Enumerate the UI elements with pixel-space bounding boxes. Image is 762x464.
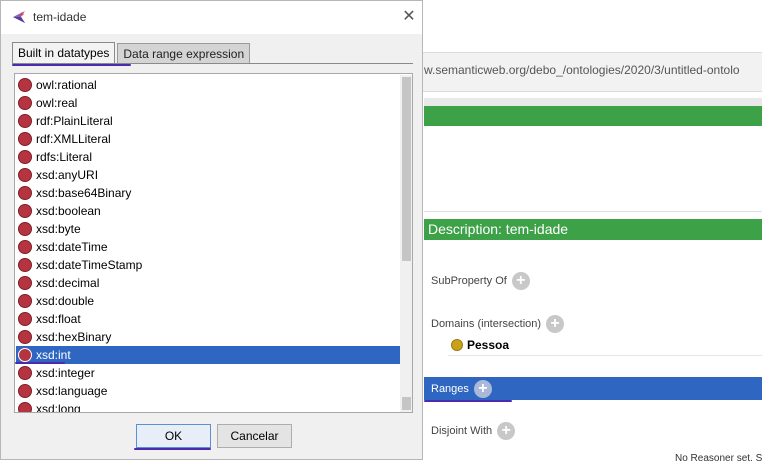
datatype-icon: [18, 276, 32, 290]
datatype-item[interactable]: xsd:hexBinary: [16, 328, 401, 346]
scrollbar-down-button[interactable]: [402, 397, 411, 410]
datatype-item[interactable]: xsd:dateTime: [16, 238, 401, 256]
tab-bar: Built in datatypes Data range expression: [12, 42, 252, 64]
disjoint-with-section: Disjoint With +: [431, 422, 516, 440]
datatype-icon: [18, 402, 32, 412]
datatype-item[interactable]: owl:real: [16, 94, 401, 112]
datatype-label: xsd:language: [36, 384, 108, 398]
datatype-item[interactable]: rdfs:Literal: [16, 148, 401, 166]
datatype-icon: [18, 366, 32, 380]
datatype-icon: [18, 132, 32, 146]
protege-icon: [13, 11, 25, 23]
datatype-label: xsd:anyURI: [36, 168, 99, 182]
datatype-label: xsd:double: [36, 294, 95, 308]
datatype-item[interactable]: xsd:byte: [16, 220, 401, 238]
tab-built-in-datatypes[interactable]: Built in datatypes: [12, 42, 116, 63]
datatype-icon: [18, 348, 32, 362]
datatype-icon: [18, 150, 32, 164]
datatype-icon: [18, 330, 32, 344]
vertical-scrollbar[interactable]: [400, 75, 412, 412]
datatype-label: rdf:XMLLiteral: [36, 132, 111, 146]
datatype-icon: [18, 96, 32, 110]
ranges-header: Ranges +: [431, 380, 492, 398]
add-domain-button[interactable]: +: [546, 315, 565, 333]
domains-label: Domains (intersection): [431, 318, 542, 330]
class-icon: [451, 339, 463, 351]
datatype-label: xsd:base64Binary: [36, 186, 132, 200]
datatype-label: owl:real: [36, 96, 78, 110]
description-header: Description: tem-idade: [424, 219, 762, 240]
datatype-item[interactable]: xsd:float: [16, 310, 401, 328]
datatype-label: xsd:dateTime: [36, 240, 108, 254]
datatype-item[interactable]: rdf:PlainLiteral: [16, 112, 401, 130]
add-subproperty-button[interactable]: +: [511, 272, 530, 290]
datatype-item[interactable]: xsd:decimal: [16, 274, 401, 292]
datatype-item[interactable]: xsd:integer: [16, 364, 401, 382]
dialog-title: tem-idade: [33, 10, 87, 24]
datatype-icon: [18, 384, 32, 398]
datatype-label: xsd:hexBinary: [36, 330, 112, 344]
datatype-item[interactable]: xsd:anyURI: [16, 166, 401, 184]
datatype-label: owl:rational: [36, 78, 97, 92]
datatype-label: xsd:dateTimeStamp: [36, 258, 143, 272]
domain-item-label: Pessoa: [467, 338, 510, 352]
datatype-icon: [18, 78, 32, 92]
cancel-button[interactable]: Cancelar: [217, 424, 292, 448]
datatype-icon: [18, 114, 32, 128]
subproperty-of-label: SubProperty Of: [431, 275, 507, 287]
disjoint-with-label: Disjoint With: [431, 425, 493, 437]
annotation-underline: [15, 362, 65, 364]
datatype-label: xsd:boolean: [36, 204, 101, 218]
datatype-icon: [18, 294, 32, 308]
divider: [424, 98, 762, 106]
add-range-button[interactable]: +: [473, 380, 492, 398]
annotation-underline: [424, 400, 512, 402]
datatype-icon: [18, 312, 32, 326]
scrollbar-thumb[interactable]: [402, 77, 411, 261]
datatype-icon: [18, 186, 32, 200]
datatype-item[interactable]: xsd:dateTimeStamp: [16, 256, 401, 274]
datatype-item[interactable]: xsd:int: [16, 346, 401, 364]
dialog-titlebar[interactable]: tem-idade ✕: [1, 1, 422, 34]
datatype-icon: [18, 258, 32, 272]
divider: [424, 211, 762, 212]
datatype-item[interactable]: xsd:boolean: [16, 202, 401, 220]
ranges-section[interactable]: Ranges +: [424, 377, 762, 400]
datatype-dialog: tem-idade ✕ Built in datatypes Data rang…: [0, 0, 423, 460]
datatype-label: rdf:PlainLiteral: [36, 114, 113, 128]
datatype-item[interactable]: xsd:base64Binary: [16, 184, 401, 202]
datatype-icon: [18, 240, 32, 254]
datatype-item[interactable]: owl:rational: [16, 76, 401, 94]
datatype-item[interactable]: xsd:language: [16, 382, 401, 400]
datatype-icon: [18, 204, 32, 218]
tab-data-range-expression[interactable]: Data range expression: [117, 43, 251, 63]
datatype-item[interactable]: xsd:double: [16, 292, 401, 310]
datatype-label: xsd:integer: [36, 366, 95, 380]
ontology-iri: w.semanticweb.org/debo_/ontologies/2020/…: [424, 63, 740, 77]
annotation-underline: [12, 64, 131, 66]
datatype-item[interactable]: xsd:long: [16, 400, 401, 413]
datatype-label: xsd:byte: [36, 222, 81, 236]
datatype-label: xsd:long: [36, 402, 81, 413]
datatype-label: xsd:float: [36, 312, 81, 326]
domains-section: Domains (intersection) +: [431, 315, 565, 333]
subproperty-of-section: SubProperty Of +: [431, 272, 530, 290]
annotations-header: [424, 106, 762, 126]
add-disjoint-button[interactable]: +: [497, 422, 516, 440]
datatype-label: rdfs:Literal: [36, 150, 93, 164]
domain-item-pessoa[interactable]: Pessoa: [451, 338, 509, 352]
divider: [448, 355, 762, 356]
annotation-underline: [134, 448, 211, 450]
datatype-list[interactable]: owl:rational owl:real rdf:PlainLiteral rdf:…: [14, 73, 413, 413]
datatype-label: xsd:decimal: [36, 276, 100, 290]
datatype-item[interactable]: rdf:XMLLiteral: [16, 130, 401, 148]
ranges-label: Ranges: [431, 383, 469, 395]
datatype-label: xsd:int: [36, 348, 71, 362]
ok-button[interactable]: OK: [136, 424, 211, 448]
close-icon[interactable]: ✕: [400, 8, 418, 26]
datatype-icon: [18, 168, 32, 182]
datatype-icon: [18, 222, 32, 236]
status-text: No Reasoner set. S: [675, 453, 762, 464]
